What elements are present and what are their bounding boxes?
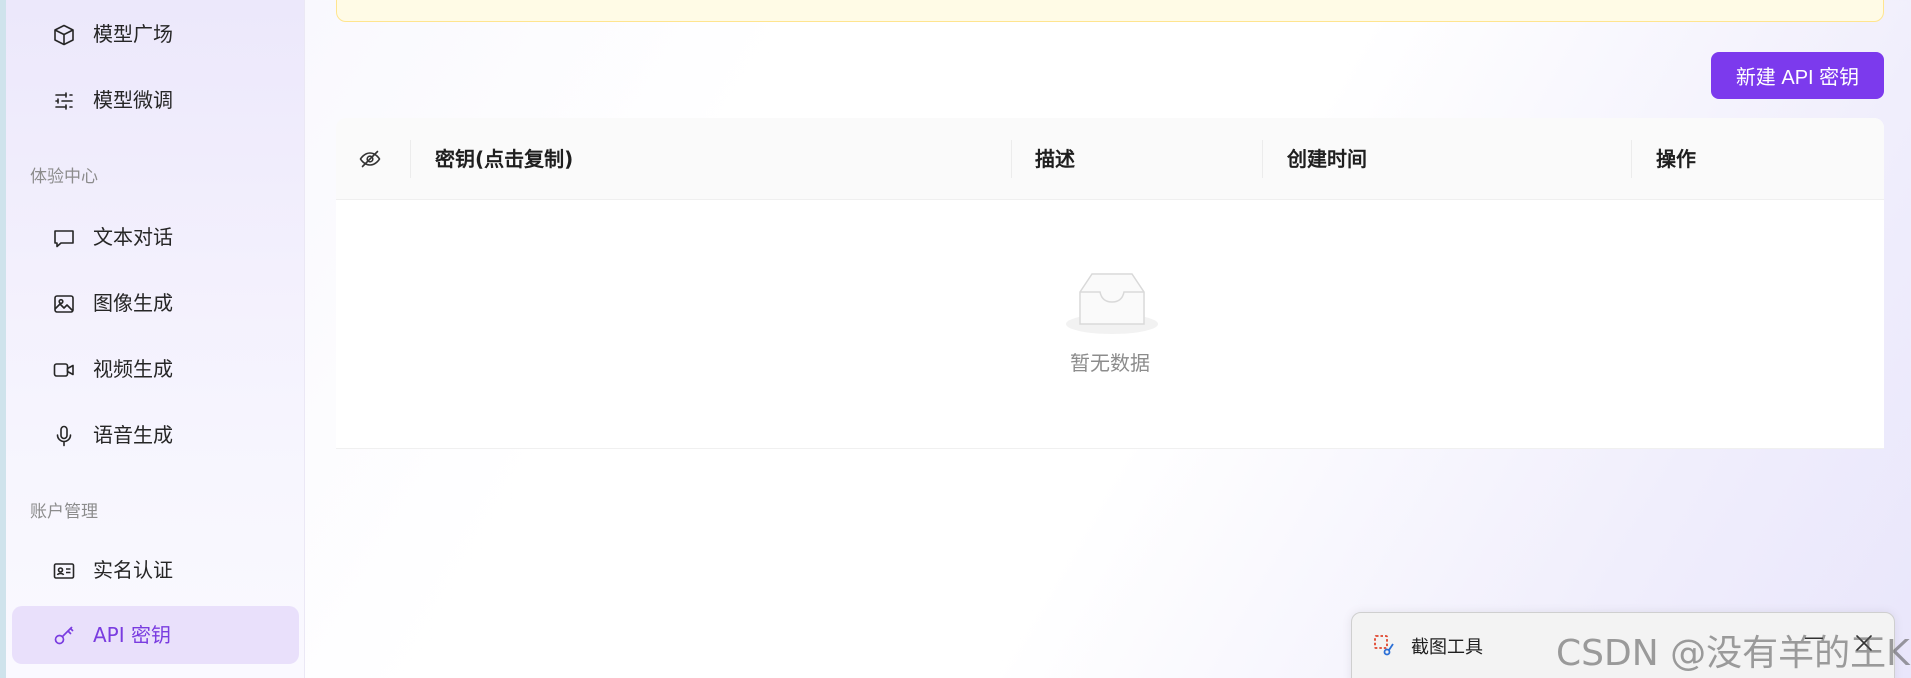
snipping-tool-icon — [1374, 635, 1394, 656]
column-header-description: 描述 — [1035, 147, 1075, 171]
snipping-tool-window[interactable]: 截图工具 — — [1351, 612, 1895, 678]
empty-state-text: 暂无数据 — [1070, 351, 1150, 375]
close-icon[interactable] — [1852, 631, 1876, 655]
sidebar-item-label: 模型广场 — [93, 22, 173, 46]
sidebar-item-real-name[interactable]: 实名认证 — [12, 541, 299, 599]
sidebar-item-image-gen[interactable]: 图像生成 — [12, 274, 299, 332]
sidebar-item-label: API 密钥 — [93, 623, 171, 647]
minimize-button[interactable]: — — [1804, 625, 1824, 649]
section-label-account: 账户管理 — [30, 502, 98, 522]
eye-off-icon[interactable] — [358, 147, 382, 171]
column-separator — [410, 140, 411, 178]
sidebar-item-model-finetune[interactable]: 模型微调 — [12, 71, 299, 129]
key-icon — [54, 626, 74, 645]
sidebar-item-label: 实名认证 — [93, 558, 173, 582]
sidebar-item-label: 模型微调 — [93, 88, 173, 112]
column-header-key: 密钥(点击复制) — [435, 147, 574, 171]
sidebar-item-model-square[interactable]: 模型广场 — [12, 5, 299, 63]
sidebar-item-text-chat[interactable]: 文本对话 — [12, 208, 299, 266]
column-separator — [1262, 140, 1263, 178]
video-icon — [53, 363, 74, 377]
column-separator — [1631, 140, 1632, 178]
api-keys-table: 密钥(点击复制) 描述 创建时间 操作 暂无数据 — [336, 118, 1884, 449]
sliders-icon — [55, 92, 73, 110]
table-header: 密钥(点击复制) 描述 创建时间 操作 — [336, 118, 1884, 200]
id-card-icon — [53, 563, 75, 579]
sidebar: 模型广场 模型微调 体验中心 文本对话 图像生成 视频生成 语音生成 账户管理 — [6, 0, 305, 678]
sidebar-item-voice-gen[interactable]: 语音生成 — [12, 406, 299, 464]
sidebar-item-label: 图像生成 — [93, 291, 173, 315]
chat-icon — [54, 230, 74, 248]
snipping-tool-title: 截图工具 — [1411, 637, 1483, 658]
cube-icon — [54, 24, 74, 46]
column-header-actions: 操作 — [1656, 147, 1696, 171]
column-separator — [1011, 140, 1012, 178]
sidebar-item-label: 语音生成 — [93, 423, 173, 447]
sidebar-item-api-keys[interactable]: API 密钥 — [12, 606, 299, 664]
image-icon — [54, 295, 74, 313]
sidebar-item-label: 文本对话 — [93, 225, 173, 249]
sidebar-item-label: 视频生成 — [93, 357, 173, 381]
empty-inbox-icon — [1066, 273, 1158, 334]
sidebar-item-video-gen[interactable]: 视频生成 — [12, 340, 299, 398]
section-label-experience: 体验中心 — [30, 167, 98, 187]
new-api-key-button[interactable]: 新建 API 密钥 — [1711, 52, 1884, 99]
column-header-created-time: 创建时间 — [1287, 147, 1367, 171]
notice-banner — [336, 0, 1884, 22]
microphone-icon — [56, 425, 72, 447]
